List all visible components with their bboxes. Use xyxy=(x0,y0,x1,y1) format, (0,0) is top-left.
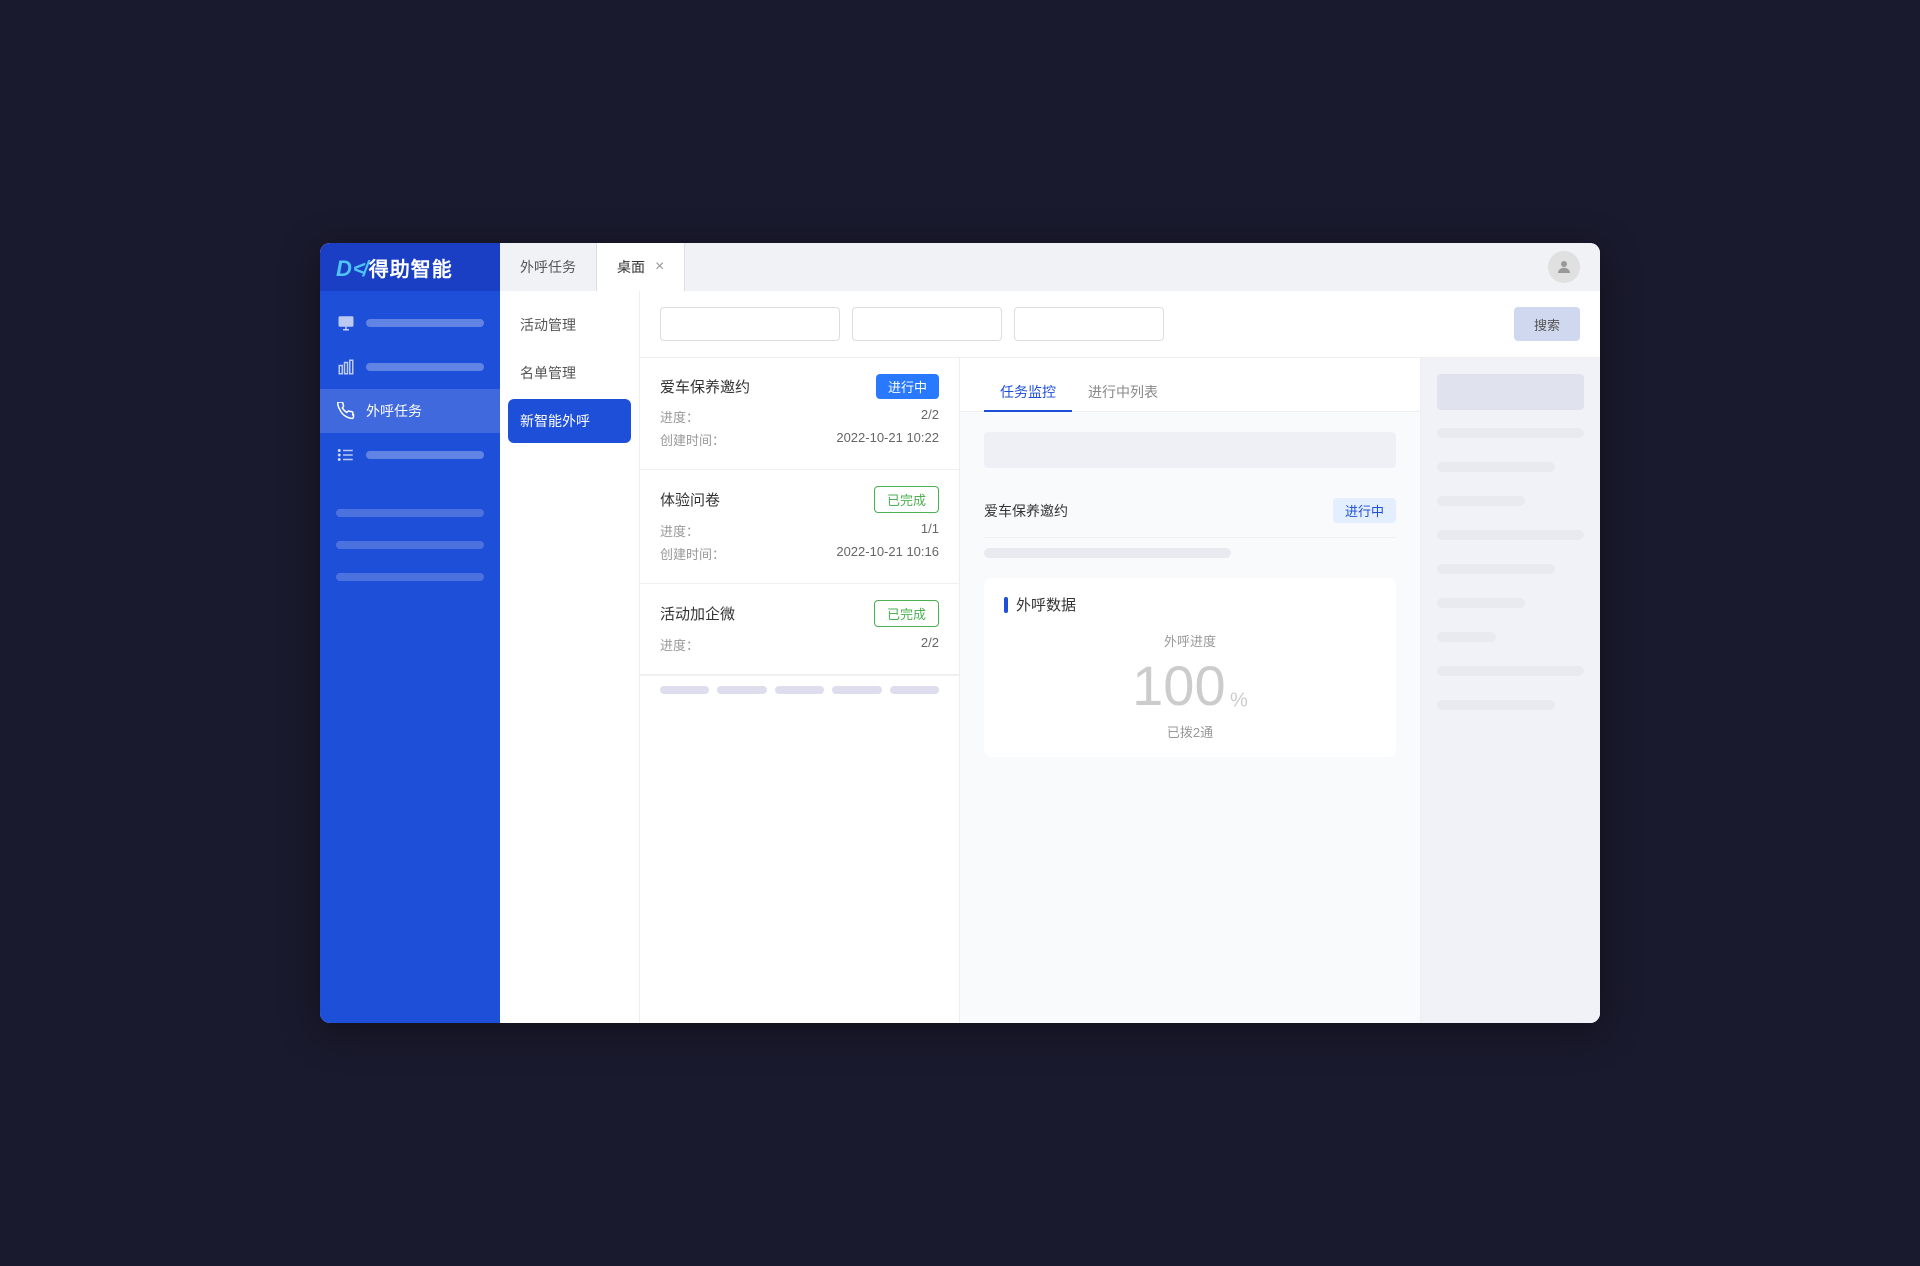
detail-tabs: 任务监控 进行中列表 xyxy=(960,358,1420,412)
task-meta-created-2: 创建时间： 2022-10-21 10:16 xyxy=(660,544,939,563)
sidebar-item-chart[interactable] xyxy=(320,345,500,389)
monitor-row: 爱车保养邀约 进行中 xyxy=(984,484,1396,538)
sidebar-label-bar-2 xyxy=(366,363,484,371)
submenu-smart-call[interactable]: 新智能外呼 xyxy=(508,399,631,443)
task-name-2: 体验问卷 xyxy=(660,489,720,510)
sidebar-label-bar-4 xyxy=(366,451,484,459)
task-status-2: 已完成 xyxy=(874,486,939,513)
progress-unit: % xyxy=(1230,689,1248,711)
task-status-3: 已完成 xyxy=(874,600,939,627)
progress-value: 100 xyxy=(1132,654,1225,717)
task-list-panel: 爱车保养邀约 进行中 进度： 2/2 创建时间： 2022-10-21 10:2… xyxy=(640,358,960,1023)
section-title: 外呼数据 xyxy=(1004,594,1376,615)
page-dot-2 xyxy=(717,686,766,694)
submenu-list-mgmt[interactable]: 名单管理 xyxy=(500,349,639,397)
right-placeholder-panel xyxy=(1420,358,1600,1023)
sidebar-item-extra3[interactable] xyxy=(320,561,500,593)
outbound-data-section: 外呼数据 外呼进度 100 % 已拨2通 xyxy=(984,578,1396,757)
sidebar-item-call[interactable]: 外呼任务 xyxy=(320,389,500,433)
called-label: 已拨2通 xyxy=(1004,722,1376,741)
filter-input-2[interactable] xyxy=(852,307,1002,341)
tab-bar: D≮得助智能 外呼任务 桌面 × xyxy=(320,243,1600,291)
detail-header-placeholder xyxy=(984,432,1396,468)
search-button[interactable]: 搜索 xyxy=(1514,307,1580,341)
page-dot-3 xyxy=(775,686,824,694)
sidebar-label-bar xyxy=(366,319,484,327)
list-footer xyxy=(640,675,959,704)
tab-running-list[interactable]: 进行中列表 xyxy=(1072,374,1174,412)
task-header-2: 体验问卷 已完成 xyxy=(660,486,939,513)
detail-panel: 任务监控 进行中列表 爱车保养邀约 进行中 xyxy=(960,358,1420,1023)
chart-icon xyxy=(336,357,356,377)
tab-outbound[interactable]: 外呼任务 xyxy=(500,243,597,291)
tab-desktop[interactable]: 桌面 × xyxy=(597,243,685,291)
logo-name: 得助智能 xyxy=(369,259,453,281)
monitor-task-status: 进行中 xyxy=(1333,498,1396,523)
monitor-icon xyxy=(336,313,356,333)
list-icon xyxy=(336,445,356,465)
page-dot-1 xyxy=(660,686,709,694)
filter-bar: 搜索 xyxy=(640,291,1600,358)
app-logo: D≮得助智能 xyxy=(320,243,500,291)
task-meta-created-1: 创建时间： 2022-10-21 10:22 xyxy=(660,430,939,449)
sidebar-item-monitor[interactable] xyxy=(320,301,500,345)
close-tab-icon[interactable]: × xyxy=(655,259,664,275)
page-dot-5 xyxy=(890,686,939,694)
task-header-3: 活动加企微 已完成 xyxy=(660,600,939,627)
progress-value-row: 100 % xyxy=(1004,658,1376,714)
tab-items: 外呼任务 桌面 × xyxy=(500,243,1548,291)
call-icon xyxy=(336,401,356,421)
task-meta-progress-2: 进度： 1/1 xyxy=(660,521,939,540)
task-header-1: 爱车保养邀约 进行中 xyxy=(660,374,939,399)
tab-task-monitor[interactable]: 任务监控 xyxy=(984,374,1072,412)
content-area: 搜索 爱车保养邀约 进行中 进度： 2/2 xyxy=(640,291,1600,1023)
submenu: 活动管理 名单管理 新智能外呼 xyxy=(500,291,640,1023)
sidebar-item-extra1[interactable] xyxy=(320,497,500,529)
monitor-task-name: 爱车保养邀约 xyxy=(984,501,1068,521)
logo-dz: D≮ xyxy=(336,256,367,281)
task-card-3[interactable]: 活动加企微 已完成 进度： 2/2 xyxy=(640,584,959,675)
main-area: 外呼任务 xyxy=(320,291,1600,1023)
user-avatar[interactable] xyxy=(1548,251,1580,283)
sidebar-item-extra2[interactable] xyxy=(320,529,500,561)
task-meta-progress-1: 进度： 2/2 xyxy=(660,407,939,426)
app-window: D≮得助智能 外呼任务 桌面 × xyxy=(320,243,1600,1023)
task-card-1[interactable]: 爱车保养邀约 进行中 进度： 2/2 创建时间： 2022-10-21 10:2… xyxy=(640,358,959,470)
filter-input-3[interactable] xyxy=(1014,307,1164,341)
submenu-activity-mgmt[interactable]: 活动管理 xyxy=(500,301,639,349)
task-name-1: 爱车保养邀约 xyxy=(660,376,750,397)
sidebar: 外呼任务 xyxy=(320,291,500,1023)
progress-label: 外呼进度 xyxy=(1004,631,1376,650)
title-bar-icon xyxy=(1004,597,1008,613)
two-panel: 爱车保养邀约 进行中 进度： 2/2 创建时间： 2022-10-21 10:2… xyxy=(640,358,1600,1023)
page-dot-4 xyxy=(832,686,881,694)
task-meta-progress-3: 进度： 2/2 xyxy=(660,635,939,654)
filter-input-1[interactable] xyxy=(660,307,840,341)
detail-content: 爱车保养邀约 进行中 外呼数据 外呼进度 xyxy=(960,412,1420,1023)
sidebar-item-list[interactable] xyxy=(320,433,500,477)
task-name-3: 活动加企微 xyxy=(660,603,735,624)
placeholder-bar-1 xyxy=(984,548,1231,558)
task-status-1: 进行中 xyxy=(876,374,939,399)
task-card-2[interactable]: 体验问卷 已完成 进度： 1/1 创建时间： 2022-10-21 10:16 xyxy=(640,470,959,584)
sidebar-call-label: 外呼任务 xyxy=(366,401,422,421)
